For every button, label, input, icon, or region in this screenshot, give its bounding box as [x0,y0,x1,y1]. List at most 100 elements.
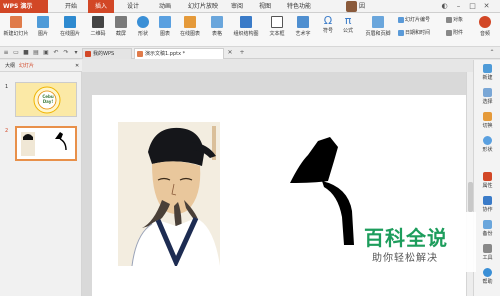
audio-button[interactable]: 音频 [474,16,496,37]
backup-icon [483,220,492,229]
new-tab-icon[interactable]: + [238,49,246,57]
new-slide-button[interactable]: 新建幻灯片 [3,16,29,37]
slide-thumbnail-2[interactable] [15,126,77,161]
collab-icon [483,196,492,205]
header-footer-button[interactable]: 页眉和页脚 [362,16,394,37]
slide-number: 2 [5,128,9,134]
header-footer-icon [372,16,384,28]
shapes-button[interactable]: 形状 [134,16,152,37]
wordart-button[interactable]: 艺术字 [292,16,314,37]
tab-insert[interactable]: 插入 [88,0,114,13]
collapse-ribbon-icon[interactable]: ⌃ [488,49,496,57]
pi-icon: π [344,14,352,27]
textbox-icon [271,16,283,28]
minimize-icon[interactable]: – [454,2,463,11]
org-chart-button[interactable]: 组织结构图 [230,16,262,37]
sidebar-item-shape[interactable]: 形状 [474,136,500,153]
close-panel-icon[interactable]: ✕ [72,60,82,72]
tab-special[interactable]: 特色功能 [282,0,316,13]
tab-slides[interactable]: 幻灯片 [16,60,37,72]
date-time-button[interactable]: 日期和时间 [398,29,430,37]
sidebar-item-transition[interactable]: 切换 [474,112,500,129]
tab-home[interactable]: 开始 [58,0,84,13]
sidebar-item-help[interactable]: 帮助 [474,268,500,285]
picture-icon [37,16,49,28]
sidebar-item-new[interactable]: 新建 [474,64,500,81]
dropdown-icon[interactable]: ▾ [72,49,80,57]
portrait-image[interactable] [118,122,220,266]
slide-thumbnails: 1 Cebu Day! 2 [0,72,82,296]
panel-tabs: 大纲 幻灯片 ✕ [0,60,82,72]
sidebar-item-properties[interactable]: 属性 [474,172,500,189]
tools-icon [483,244,492,253]
online-picture-icon [64,16,76,28]
watermark-title: 百科全说 [364,226,448,250]
open-icon[interactable]: ▭ [12,49,20,57]
slide-number-button[interactable]: 幻灯片编号 [398,16,430,24]
select-icon [483,88,492,97]
textbox-button[interactable]: 文本框 [266,16,288,37]
slide-number: 1 [5,84,9,90]
new-icon [483,64,492,73]
sidebar-item-tools[interactable]: 工具 [474,244,500,261]
chart-icon [159,16,171,28]
wordart-icon [297,16,309,28]
formula-button[interactable]: π 公式 [340,14,356,34]
save-icon[interactable]: ■ [22,49,30,57]
print-icon[interactable]: ▤ [32,49,40,57]
attachment-button[interactable]: 附件 [446,29,463,37]
maximize-icon[interactable]: □ [468,2,477,11]
portrait-graphic [118,122,220,266]
undo-icon[interactable]: ↶ [52,49,60,57]
menu-icon[interactable]: ≡ [2,49,10,57]
online-chart-icon [184,16,196,28]
preview-icon[interactable]: ▣ [42,49,50,57]
thumbnail-1-text: Cebu Day! [42,94,54,104]
omega-icon: Ω [323,14,333,27]
tab-document[interactable]: 演示文稿1.pptx * [134,48,224,59]
picture-button[interactable]: 图片 [32,16,54,37]
object-button[interactable]: 对象 [446,16,463,24]
thumbnail-2-graphic [21,132,67,156]
properties-icon [483,172,492,181]
qrcode-icon [92,16,104,28]
tab-design[interactable]: 设计 [120,0,146,13]
close-tab-icon[interactable]: ✕ [226,49,234,57]
redo-icon[interactable]: ↷ [62,49,70,57]
quick-access-toolbar: ≡ ▭ ■ ▤ ▣ ↶ ↷ ▾ 我的WPS 演示文稿1.pptx * ✕ + ⌃ [0,47,500,59]
sidebar-item-select[interactable]: 选择 [474,88,500,105]
sidebar-item-collab[interactable]: 协作 [474,196,500,213]
online-chart-button[interactable]: 在线图表 [176,16,204,37]
table-button[interactable]: 表格 [206,16,228,37]
symbol-button[interactable]: Ω 符号 [320,14,336,34]
audio-icon [479,16,491,28]
help-icon [483,268,492,277]
paperclip-icon [446,29,452,36]
new-slide-icon [10,16,22,28]
close-icon[interactable]: ✕ [482,2,491,11]
wps-icon [85,51,91,57]
sidebar-item-backup[interactable]: 备份 [474,220,500,237]
tab-view[interactable]: 视图 [254,0,276,13]
tab-my-wps[interactable]: 我的WPS [82,48,132,59]
title-bar: WPS 演示 开始 插入 设计 动画 幻灯片放映 审阅 视图 特色功能 因学钢笔… [0,0,500,54]
slide-thumbnail-1[interactable]: Cebu Day! [15,82,77,117]
tab-review[interactable]: 审阅 [226,0,248,13]
table-icon [211,16,223,28]
app-menu-button[interactable]: WPS 演示 [0,0,48,13]
tab-slideshow[interactable]: 幻灯片放映 [182,0,224,13]
transition-icon [483,112,492,121]
org-chart-icon [240,16,252,28]
slide-number-icon [398,16,404,23]
scissors-icon [115,16,127,28]
online-picture-button[interactable]: 在线图片 [56,16,84,37]
tab-animation[interactable]: 动画 [152,0,178,13]
pptx-icon [137,51,143,57]
skin-icon[interactable]: ◐ [440,2,449,11]
ribbon: 新建幻灯片 图片 在线图片 二维码 截屏 形状 图表 在线图表 表格 组织结构图… [0,13,500,47]
shapes-icon [137,16,149,28]
calendar-icon [398,29,404,36]
qrcode-button[interactable]: 二维码 [88,16,108,37]
screenshot-button[interactable]: 截屏 [112,16,130,37]
chart-button[interactable]: 图表 [156,16,174,37]
